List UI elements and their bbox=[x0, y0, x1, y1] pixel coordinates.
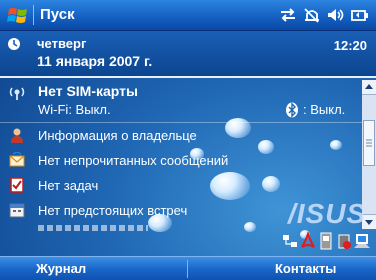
date-header[interactable]: четверг 11 января 2007 г. 12:20 bbox=[0, 31, 376, 76]
weekday-label: четверг bbox=[37, 36, 87, 51]
contacts-softkey[interactable]: Контакты bbox=[275, 261, 336, 276]
scroll-up-button[interactable] bbox=[362, 80, 376, 95]
wifi-status-label[interactable]: Wi-Fi: Выкл. bbox=[38, 102, 111, 117]
network-tray-icon[interactable] bbox=[282, 232, 298, 250]
date-divider bbox=[0, 76, 376, 78]
connectivity-icon[interactable] bbox=[278, 6, 298, 24]
owner-info-label: Информация о владельце bbox=[38, 128, 197, 143]
softkey-bar: Журнал Контакты bbox=[0, 256, 376, 280]
antenna-icon bbox=[9, 87, 25, 100]
date-label: 11 января 2007 г. bbox=[37, 53, 153, 69]
windows-start-icon[interactable] bbox=[7, 5, 29, 25]
display-tray-icon[interactable] bbox=[354, 232, 370, 250]
scroll-thumb[interactable] bbox=[363, 120, 375, 166]
appointments-label: Нет предстоящих встреч bbox=[38, 203, 188, 218]
journal-softkey[interactable]: Журнал bbox=[36, 261, 86, 276]
start-menu-title[interactable]: Пуск bbox=[40, 6, 75, 23]
pdf-tray-icon[interactable] bbox=[300, 232, 316, 250]
connection-status-item[interactable]: Нет SIM-карты Wi-Fi: Выкл. : Выкл. bbox=[0, 80, 362, 124]
today-screen: Пуск четверг 11 января 2007 г. 12:20 Нет… bbox=[0, 0, 376, 280]
grip-icon bbox=[366, 139, 372, 147]
softkey-separator bbox=[187, 260, 188, 278]
owner-icon bbox=[11, 128, 23, 143]
truncated-item-text bbox=[38, 225, 148, 231]
calendar-icon bbox=[9, 203, 25, 218]
bluetooth-icon[interactable] bbox=[285, 102, 299, 118]
clock-icon bbox=[8, 38, 20, 50]
messages-item[interactable]: Нет непрочитанных сообщений bbox=[0, 150, 362, 172]
arrow-up-icon bbox=[365, 84, 373, 89]
messages-label: Нет непрочитанных сообщений bbox=[38, 153, 229, 168]
alarm-icon[interactable] bbox=[302, 6, 322, 24]
tasks-label: Нет задач bbox=[38, 178, 99, 193]
list-divider bbox=[0, 122, 362, 123]
bluetooth-status-label: : Выкл. bbox=[303, 102, 346, 117]
title-bar: Пуск bbox=[0, 0, 376, 31]
owner-info-item[interactable]: Информация о владельце bbox=[0, 125, 362, 147]
time-label[interactable]: 12:20 bbox=[334, 38, 367, 53]
device-tray-icon[interactable] bbox=[318, 232, 334, 250]
tasks-item[interactable]: Нет задач bbox=[0, 175, 362, 197]
asus-logo: /ISUS bbox=[288, 198, 367, 229]
messages-icon bbox=[9, 152, 25, 167]
tasks-icon bbox=[10, 177, 24, 193]
sim-status-label: Нет SIM-карты bbox=[38, 83, 138, 99]
battery-icon[interactable] bbox=[350, 6, 370, 24]
title-separator bbox=[33, 5, 34, 25]
volume-icon[interactable] bbox=[326, 6, 346, 24]
battery-tray-icon[interactable] bbox=[336, 232, 352, 250]
